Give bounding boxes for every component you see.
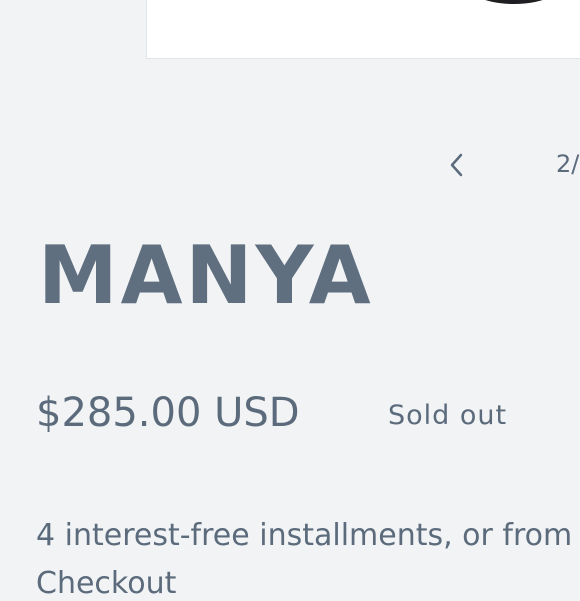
- previous-slide-button[interactable]: [438, 146, 474, 184]
- chevron-left-icon: [450, 153, 463, 177]
- product-photo: [459, 0, 569, 4]
- installments-text-continued: Checkout: [36, 566, 177, 601]
- slide-counter: 2/: [556, 150, 580, 178]
- installments-text: 4 interest-free installments, or from: [36, 518, 573, 553]
- sold-out-badge: Sold out: [388, 400, 508, 431]
- product-price: $285.00 USD: [36, 390, 300, 436]
- product-title: MANYA: [38, 229, 374, 322]
- product-image: [146, 0, 580, 59]
